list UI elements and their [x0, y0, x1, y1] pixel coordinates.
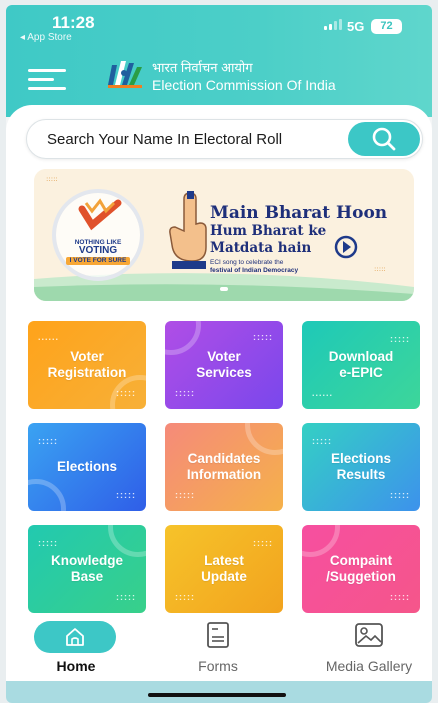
tile-label: Voter Services [196, 349, 252, 380]
banner-subhead-2: Matdata hain [210, 240, 312, 256]
eci-logo-icon [108, 61, 142, 88]
tab-home[interactable]: Home [20, 613, 132, 681]
banner-caption-2: festival of Indian Democracy [210, 267, 299, 274]
tile-label: Candidates Information [186, 451, 262, 482]
tab-forms-label: Forms [198, 658, 238, 674]
tile-label: Voter Registration [47, 349, 127, 380]
home-indicator[interactable] [148, 693, 286, 697]
network-label: 5G [347, 19, 365, 34]
battery-icon: 72 [371, 19, 402, 34]
tile-label: Elections [56, 459, 118, 474]
tile-knowledge-base[interactable]: ::::: ::::: Knowledge Base [28, 525, 146, 613]
home-indicator-area [6, 681, 432, 703]
tile-voter-registration[interactable]: ...... ::::: Voter Registration [28, 321, 146, 409]
tile-label: Elections Results [330, 451, 392, 482]
badge-line2: VOTING [78, 245, 118, 256]
tab-media-gallery-label: Media Gallery [325, 658, 413, 674]
tile-label: Compaint/Suggetion [326, 553, 396, 584]
search-icon [372, 127, 396, 151]
search-input[interactable]: Search Your Name In Electoral Roll [47, 131, 282, 148]
search-button[interactable] [348, 122, 420, 156]
tile-elections[interactable]: ::::: ::::: Elections [28, 423, 146, 511]
badge-line3: I VOTE FOR SURE [66, 257, 130, 265]
bottom-tab-bar: Home Forms Media Gallery [6, 613, 432, 681]
tab-media-gallery[interactable]: Media Gallery [306, 613, 432, 681]
hamburger-icon [28, 87, 66, 90]
hamburger-icon [28, 69, 66, 72]
status-bar: 11:28 ◂ App Store 5G 72 [6, 5, 432, 45]
main-content: Search Your Name In Electoral Roll :::::… [6, 105, 432, 615]
home-icon [66, 628, 84, 646]
tile-candidates-information[interactable]: ::::: Candidates Information [165, 423, 283, 511]
banner-headline: Main Bharat Hoon [210, 203, 388, 223]
forms-icon [207, 622, 229, 648]
banner-caption-1: ECI song to celebrate the [210, 259, 284, 266]
media-gallery-icon [355, 623, 383, 647]
banner-subhead-1: Hum Bharat ke [210, 223, 327, 239]
play-icon[interactable] [334, 235, 358, 259]
carousel-indicator [220, 287, 228, 291]
hamburger-icon [28, 78, 54, 81]
tile-complaint-suggestion[interactable]: ::::: Compaint/Suggetion [302, 525, 420, 613]
tile-download-e-epic[interactable]: ::::: ...... Download e-EPIC [302, 321, 420, 409]
back-to-app-store-link[interactable]: ◂ App Store [20, 32, 72, 43]
tile-label: Knowledge Base [50, 553, 123, 584]
app-screen: 11:28 ◂ App Store 5G 72 भारत निर्वाचन आय… [6, 5, 432, 703]
search-bar[interactable]: Search Your Name In Electoral Roll [26, 119, 423, 159]
menu-button[interactable] [28, 67, 70, 93]
tab-home-label: Home [56, 658, 96, 674]
tile-elections-results[interactable]: ::::: ::::: Elections Results [302, 423, 420, 511]
tile-latest-update[interactable]: ::::: ::::: Latest Update [165, 525, 283, 613]
tile-label: Download e-EPIC [328, 349, 394, 380]
status-time: 11:28 [52, 13, 95, 32]
svg-text::::::: ::::: [374, 265, 386, 273]
tab-forms[interactable]: Forms [168, 613, 268, 681]
tile-label: Latest Update [201, 553, 247, 584]
tile-voter-services[interactable]: ::::: ::::: Voter Services [165, 321, 283, 409]
promo-banner[interactable]: ::::: ::::: NOTHING LIKE VOTING I VOTE F… [34, 169, 414, 301]
signal-icon [324, 19, 342, 30]
header-title-english: Election Commission Of India [152, 77, 336, 93]
header-title-hindi: भारत निर्वाचन आयोग [152, 60, 253, 75]
banner-badge: NOTHING LIKE VOTING I VOTE FOR SURE [60, 239, 136, 265]
app-header: 11:28 ◂ App Store 5G 72 भारत निर्वाचन आय… [6, 5, 432, 117]
svg-text::::::: ::::: [46, 175, 58, 183]
